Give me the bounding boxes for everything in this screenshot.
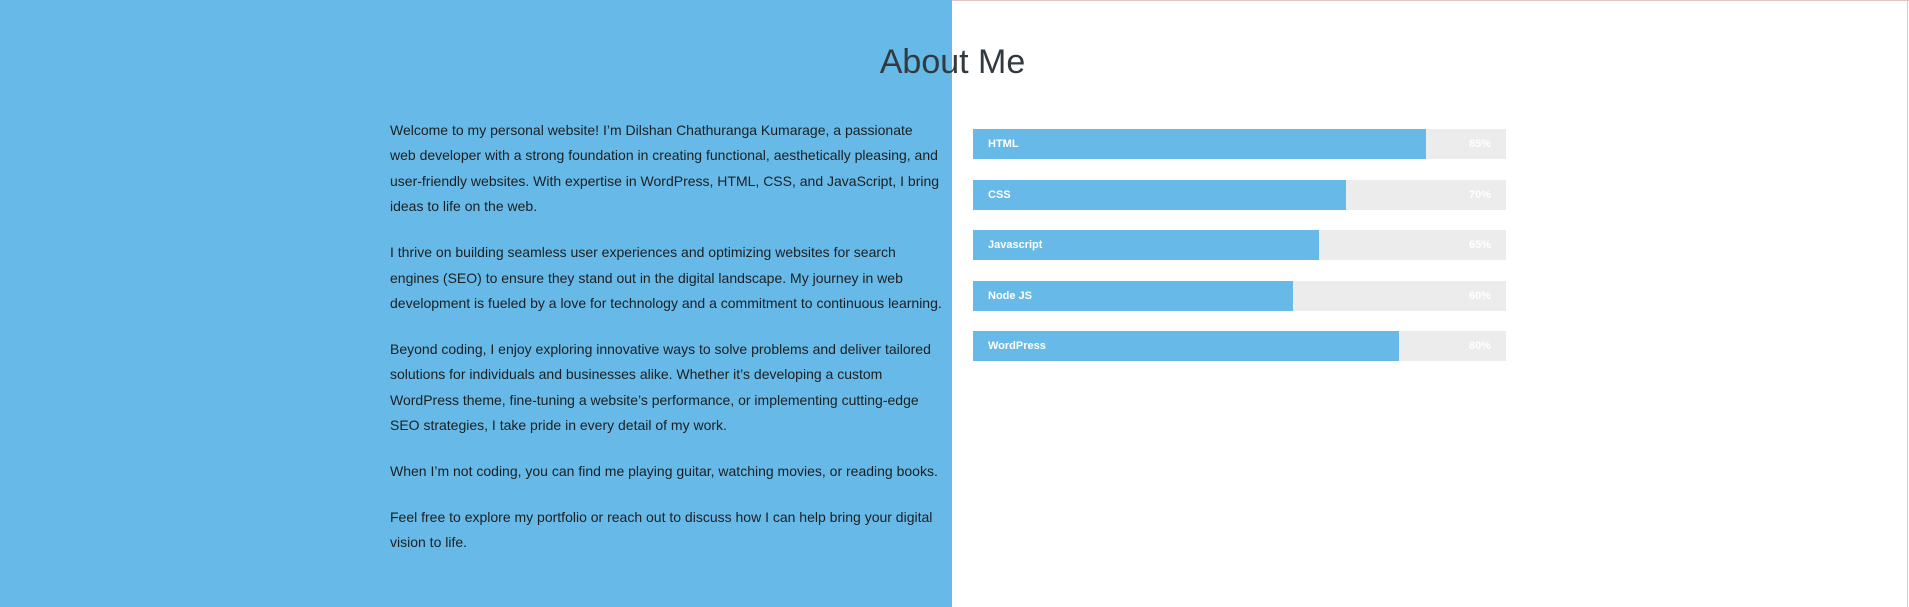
skill-bar-wordpress: WordPress 80% <box>973 331 1506 361</box>
bio-paragraph: When I’m not coding, you can find me pla… <box>390 462 938 479</box>
right-border <box>1907 0 1908 607</box>
about-section: About Me Welcome to my personal website!… <box>0 0 1909 607</box>
skills-list: HTML 85% CSS 70% Javascript 65% Node JS … <box>973 129 1506 382</box>
skill-name: HTML <box>988 138 1019 150</box>
skill-name: CSS <box>988 188 1011 201</box>
skill-name: WordPress <box>988 340 1046 352</box>
skill-percent: 60% <box>1468 289 1491 302</box>
skill-bar-javascript: Javascript 65% <box>973 230 1506 260</box>
skill-fill <box>973 129 1427 159</box>
bio-paragraph: Feel free to explore my portfolio or rea… <box>390 508 933 551</box>
skill-name: Node JS <box>988 289 1033 302</box>
bio-paragraph: Welcome to my personal website! I’m Dils… <box>390 122 940 215</box>
bio-paragraph: Beyond coding, I enjoy exploring innovat… <box>390 340 931 434</box>
skill-fill <box>973 179 1347 210</box>
bio-text: Welcome to my personal website! I’m Dils… <box>390 118 942 576</box>
skill-percent: 85% <box>1468 138 1491 150</box>
skill-bar-nodejs: Node JS 60% <box>973 280 1506 311</box>
section-title: About Me <box>879 43 1026 81</box>
top-border <box>952 0 1909 1</box>
skill-percent: 80% <box>1468 340 1491 352</box>
skill-percent: 70% <box>1468 188 1491 201</box>
skill-percent: 65% <box>1468 239 1491 251</box>
skill-bar-css: CSS 70% <box>973 179 1506 210</box>
skill-name: Javascript <box>988 239 1043 251</box>
bio-paragraph: I thrive on building seamless user exper… <box>390 244 942 311</box>
skill-bar-html: HTML 85% <box>973 129 1506 159</box>
